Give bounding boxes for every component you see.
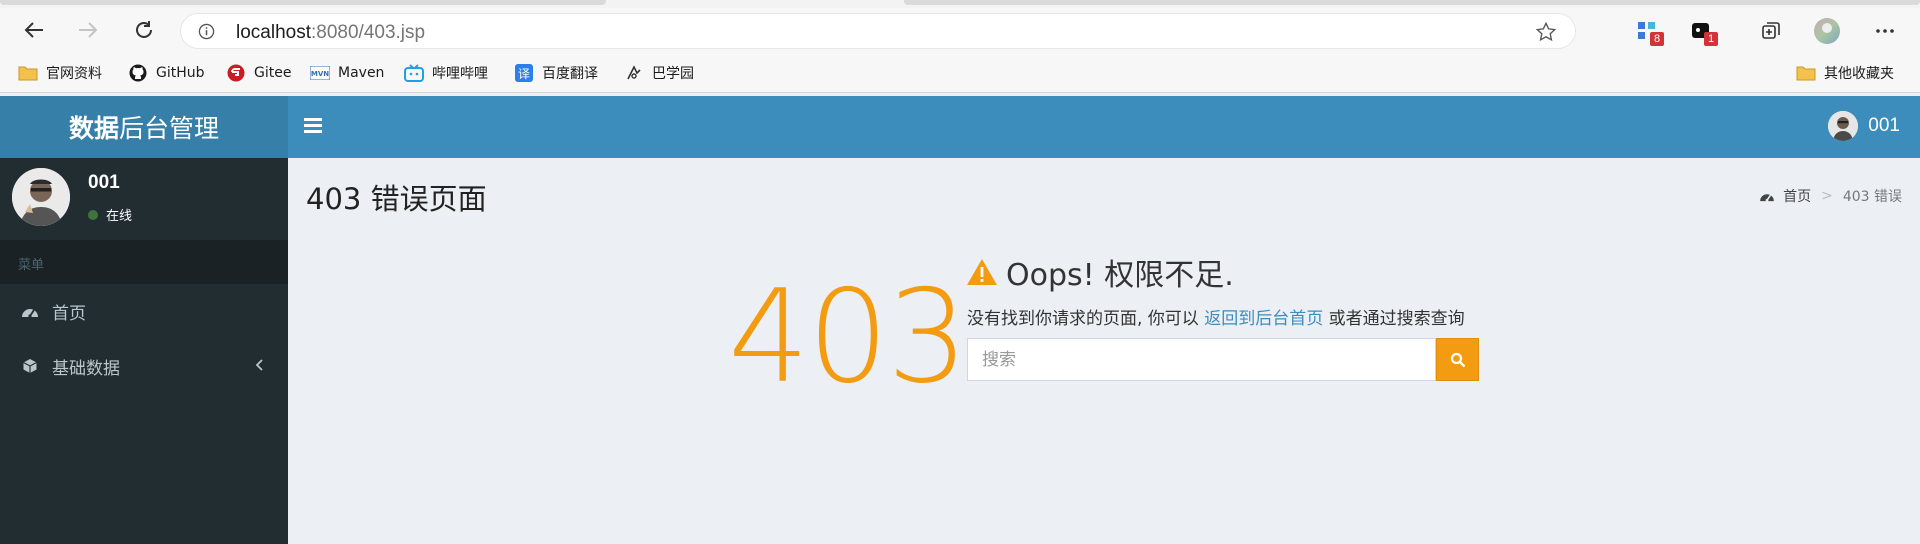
online-dot-icon	[88, 209, 98, 220]
dashboard-icon	[1760, 194, 1774, 202]
cube-icon	[20, 356, 40, 376]
error-headline: Oops! 权限不足.	[966, 250, 1234, 294]
top-navbar: 001	[288, 96, 1920, 158]
bookmark-item[interactable]: 译 百度翻译	[514, 62, 598, 84]
other-bookmarks[interactable]: 其他收藏夹	[1796, 62, 1894, 84]
bookmark-item[interactable]: 巴学园	[624, 62, 694, 84]
search-form	[967, 338, 1479, 381]
warning-icon	[967, 259, 997, 285]
folder-icon	[1796, 63, 1816, 83]
star-icon[interactable]	[1535, 21, 1557, 43]
back-button[interactable]	[18, 14, 50, 46]
bookmark-label: 哔哩哔哩	[432, 66, 488, 82]
breadcrumb: 首页 > 403 错误	[1759, 186, 1902, 206]
message-suffix: 或者通过搜索查询	[1323, 309, 1465, 329]
other-bookmarks-label: 其他收藏夹	[1824, 66, 1894, 82]
bookmark-label: Gitee	[254, 65, 292, 81]
menu-header: 菜单	[0, 240, 288, 284]
gitee-icon	[226, 63, 246, 83]
info-icon[interactable]	[198, 23, 215, 40]
more-dots-icon	[1876, 29, 1894, 33]
collections-icon	[1762, 22, 1780, 39]
refresh-button[interactable]	[128, 14, 160, 46]
maven-icon: MVN	[310, 63, 330, 83]
error-code: 403	[728, 263, 968, 412]
user-status-text: 在线	[106, 209, 133, 224]
bookmark-item[interactable]: 哔哩哔哩	[404, 62, 488, 84]
app-logo[interactable]: 数据 后台管理	[0, 96, 288, 158]
bookmarks-bar: 官网资料 GitHub Gitee MVN Maven 哔哩哔哩 译 百度翻译 …	[0, 53, 1920, 93]
bookmark-label: Maven	[338, 65, 385, 81]
url-host: localhost	[236, 22, 311, 43]
refresh-icon	[136, 21, 152, 38]
folder-icon	[18, 63, 38, 83]
search-input[interactable]	[967, 338, 1436, 381]
sidebar-item-label: 首页	[52, 303, 86, 324]
nav-user-menu[interactable]: 001	[1828, 111, 1900, 141]
bookmark-label: 巴学园	[652, 66, 694, 82]
translate-icon: 译	[514, 63, 534, 83]
forward-button[interactable]	[72, 14, 104, 46]
nav-user-name: 001	[1868, 115, 1900, 136]
avatar	[12, 168, 70, 226]
arrow-right-icon	[79, 22, 98, 38]
content-area: 403 错误页面 首页 > 403 错误 403 Oops! 权限不足. 没有找…	[288, 158, 1920, 544]
url-text: localhost:8080/403.jsp	[236, 22, 425, 44]
more-menu-button[interactable]	[1870, 16, 1900, 46]
logo-rest: 后台管理	[119, 114, 220, 143]
bookmark-item[interactable]: GitHub	[128, 62, 205, 84]
avatar	[1828, 111, 1859, 141]
logo-bold: 数据	[68, 114, 119, 143]
error-message: 没有找到你请求的页面, 你可以 返回到后台首页 或者通过搜索查询	[967, 304, 1465, 329]
address-bar[interactable]: localhost:8080/403.jsp	[180, 13, 1576, 49]
search-button[interactable]	[1436, 338, 1479, 381]
bookmark-label: GitHub	[156, 65, 205, 81]
extension-2-badge: 1	[1704, 32, 1718, 46]
extension-2-button[interactable]: 1	[1686, 16, 1718, 46]
bookmark-label: 官网资料	[46, 66, 102, 82]
admin-app: 数据 后台管理 001 001 在线 菜单 首页 基础数据 403 错误页面 首…	[0, 96, 1920, 544]
breadcrumb-current: 403 错误	[1842, 189, 1902, 205]
sidebar-toggle-icon[interactable]	[304, 118, 322, 134]
bookmark-label: 百度翻译	[542, 66, 598, 82]
sidebar-item-basic-data[interactable]: 基础数据	[0, 339, 288, 393]
back-to-home-link[interactable]: 返回到后台首页	[1204, 309, 1323, 329]
message-prefix: 没有找到你请求的页面, 你可以	[967, 309, 1205, 329]
breadcrumb-home[interactable]: 首页	[1783, 186, 1811, 206]
sidebar-item-home[interactable]: 首页	[0, 284, 288, 338]
collections-button[interactable]	[1756, 16, 1786, 46]
extension-1-badge: 8	[1650, 32, 1664, 46]
tab-strip	[0, 0, 1920, 8]
sidebar: 001 在线 菜单 首页 基础数据	[0, 158, 288, 544]
bookmark-item[interactable]: MVN Maven	[310, 62, 384, 84]
user-name: 001	[88, 172, 120, 193]
breadcrumb-separator: >	[1821, 188, 1833, 204]
url-path: :8080/403.jsp	[311, 22, 426, 43]
chevron-left-icon	[255, 359, 263, 371]
error-title: Oops! 权限不足.	[1006, 258, 1234, 293]
bxy-icon	[624, 63, 644, 83]
user-status: 在线	[88, 205, 132, 224]
arrow-left-icon	[24, 22, 43, 38]
profile-button[interactable]	[1812, 16, 1842, 46]
bookmark-item[interactable]: Gitee	[226, 62, 291, 84]
tab-edge	[904, 0, 1920, 5]
bookmark-item[interactable]: 官网资料	[18, 62, 102, 84]
sidebar-item-label: 基础数据	[52, 358, 120, 379]
extension-1-button[interactable]: 8	[1632, 16, 1664, 46]
browser-toolbar: localhost:8080/403.jsp 8 1	[0, 8, 1920, 53]
dashboard-icon	[20, 301, 40, 321]
page-title: 403 错误页面	[306, 182, 487, 216]
bilibili-icon	[404, 63, 424, 83]
profile-avatar-icon	[1814, 18, 1840, 44]
svg-text:译: 译	[518, 67, 530, 81]
search-icon	[1450, 352, 1465, 367]
github-icon	[128, 63, 148, 83]
tab-edge	[0, 0, 606, 5]
svg-text:MVN: MVN	[311, 70, 329, 78]
user-panel: 001 在线	[0, 158, 288, 238]
